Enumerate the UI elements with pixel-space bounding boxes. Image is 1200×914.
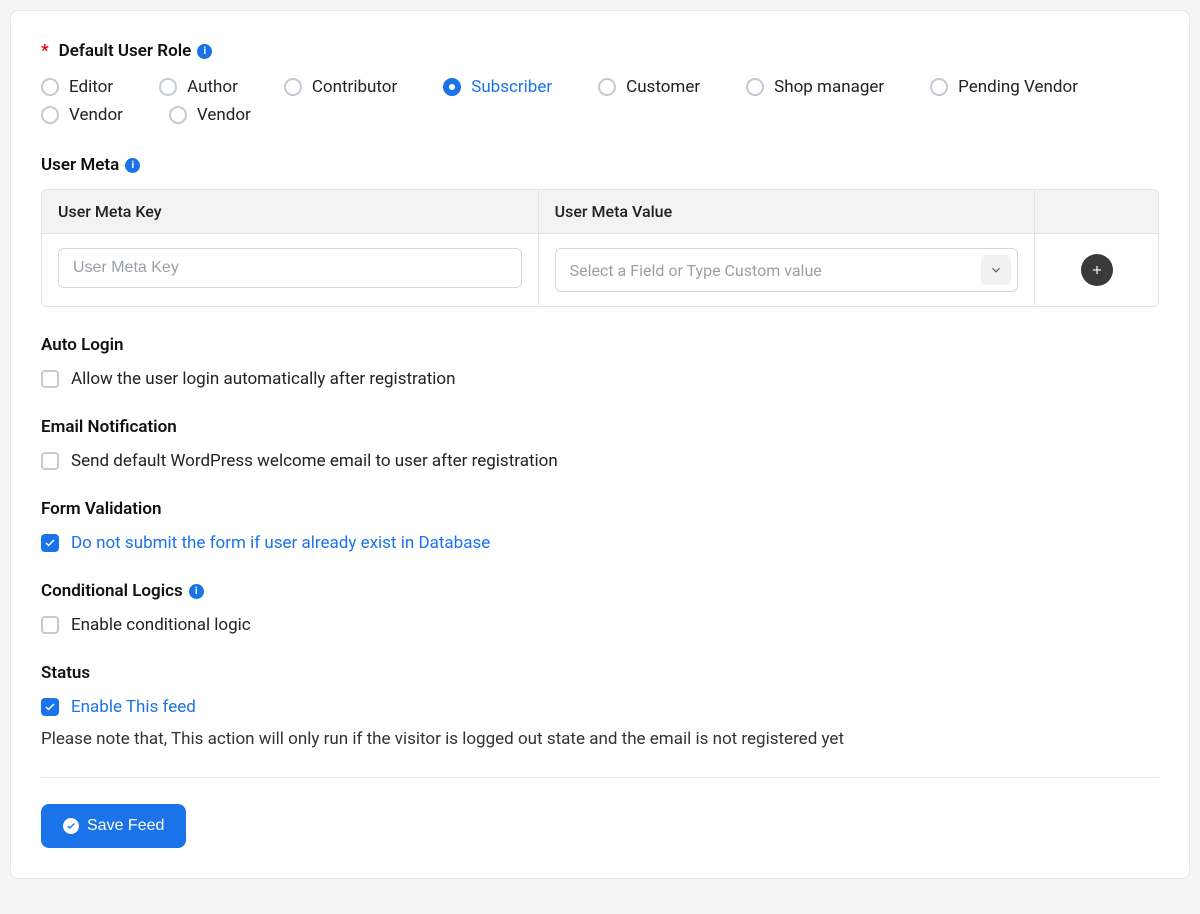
info-icon[interactable]: i xyxy=(189,584,204,599)
info-icon[interactable]: i xyxy=(197,44,212,59)
status-section: Status Enable This feed Please note that… xyxy=(41,663,1159,749)
checkbox-label: Enable conditional logic xyxy=(71,615,251,635)
role-subscriber[interactable]: Subscriber xyxy=(443,75,552,99)
radio-icon xyxy=(169,106,187,124)
radio-icon xyxy=(443,78,461,96)
label-text: Status xyxy=(41,663,90,683)
label-text: Email Notification xyxy=(41,417,177,437)
checkbox-icon xyxy=(41,452,59,470)
radio-icon xyxy=(159,78,177,96)
role-vendor-2[interactable]: Vendor xyxy=(169,103,251,127)
radio-label: Author xyxy=(187,77,238,97)
section-label-email-notification: Email Notification xyxy=(41,417,1159,437)
status-note: Please note that, This action will only … xyxy=(41,729,1159,749)
column-header-key: User Meta Key xyxy=(42,190,539,233)
section-label-default-user-role: Default User Role i xyxy=(41,41,1159,61)
save-feed-button[interactable]: Save Feed xyxy=(41,804,186,848)
section-label-conditional-logics: Conditional Logics i xyxy=(41,581,1159,601)
add-row-button[interactable] xyxy=(1081,254,1113,286)
radio-icon xyxy=(284,78,302,96)
info-icon[interactable]: i xyxy=(125,158,140,173)
checkbox-icon xyxy=(41,616,59,634)
checkbox-label: Do not submit the form if user already e… xyxy=(71,533,490,553)
radio-label: Shop manager xyxy=(774,77,884,97)
check-circle-icon xyxy=(63,818,79,834)
checkbox-label: Allow the user login automatically after… xyxy=(71,369,455,389)
email-notification-section: Email Notification Send default WordPres… xyxy=(41,417,1159,471)
default-user-role-section: Default User Role i Editor Author Contri… xyxy=(41,41,1159,127)
radio-label: Editor xyxy=(69,77,113,97)
column-header-value: User Meta Value xyxy=(539,190,1036,233)
select-placeholder: Select a Field or Type Custom value xyxy=(570,261,974,280)
status-checkbox[interactable]: Enable This feed xyxy=(41,697,1159,717)
role-vendor[interactable]: Vendor xyxy=(41,103,123,127)
radio-icon xyxy=(930,78,948,96)
conditional-logics-section: Conditional Logics i Enable conditional … xyxy=(41,581,1159,635)
label-text: Default User Role xyxy=(59,41,192,61)
radio-label: Vendor xyxy=(197,105,251,125)
divider xyxy=(41,777,1159,778)
radio-icon xyxy=(41,78,59,96)
table-header: User Meta Key User Meta Value xyxy=(42,190,1158,234)
section-label-status: Status xyxy=(41,663,1159,683)
radio-label: Pending Vendor xyxy=(958,77,1078,97)
role-shop-manager[interactable]: Shop manager xyxy=(746,75,884,99)
cell-key xyxy=(42,234,539,306)
radio-label: Subscriber xyxy=(471,77,552,97)
email-notification-checkbox[interactable]: Send default WordPress welcome email to … xyxy=(41,451,1159,471)
section-label-auto-login: Auto Login xyxy=(41,335,1159,355)
label-text: User Meta xyxy=(41,155,119,175)
section-label-form-validation: Form Validation xyxy=(41,499,1159,519)
radio-label: Vendor xyxy=(69,105,123,125)
checkbox-label: Enable This feed xyxy=(71,697,196,717)
section-label-user-meta: User Meta i xyxy=(41,155,1159,175)
radio-icon xyxy=(598,78,616,96)
label-text: Auto Login xyxy=(41,335,123,355)
user-meta-key-input[interactable] xyxy=(58,248,522,288)
button-label: Save Feed xyxy=(87,817,164,835)
role-contributor[interactable]: Contributor xyxy=(284,75,397,99)
auto-login-section: Auto Login Allow the user login automati… xyxy=(41,335,1159,389)
checkbox-icon xyxy=(41,698,59,716)
auto-login-checkbox[interactable]: Allow the user login automatically after… xyxy=(41,369,1159,389)
column-header-action xyxy=(1035,190,1158,233)
cell-value: Select a Field or Type Custom value xyxy=(539,234,1036,306)
role-author[interactable]: Author xyxy=(159,75,238,99)
radio-icon xyxy=(41,106,59,124)
checkbox-icon xyxy=(41,534,59,552)
label-text: Conditional Logics xyxy=(41,581,183,601)
radio-icon xyxy=(746,78,764,96)
conditional-logic-checkbox[interactable]: Enable conditional logic xyxy=(41,615,1159,635)
user-meta-section: User Meta i User Meta Key User Meta Valu… xyxy=(41,155,1159,307)
role-customer[interactable]: Customer xyxy=(598,75,700,99)
form-validation-section: Form Validation Do not submit the form i… xyxy=(41,499,1159,553)
table-row: Select a Field or Type Custom value xyxy=(42,234,1158,306)
cell-action xyxy=(1035,234,1158,306)
checkbox-icon xyxy=(41,370,59,388)
radio-label: Contributor xyxy=(312,77,397,97)
label-text: Form Validation xyxy=(41,499,161,519)
chevron-down-icon[interactable] xyxy=(981,255,1011,285)
settings-card: Default User Role i Editor Author Contri… xyxy=(10,10,1190,879)
role-editor[interactable]: Editor xyxy=(41,75,113,99)
radio-label: Customer xyxy=(626,77,700,97)
role-pending-vendor[interactable]: Pending Vendor xyxy=(930,75,1078,99)
role-radio-group: Editor Author Contributor Subscriber Cus… xyxy=(41,75,1159,127)
user-meta-table: User Meta Key User Meta Value Select a F… xyxy=(41,189,1159,307)
checkbox-label: Send default WordPress welcome email to … xyxy=(71,451,558,471)
form-validation-checkbox[interactable]: Do not submit the form if user already e… xyxy=(41,533,1159,553)
user-meta-value-select[interactable]: Select a Field or Type Custom value xyxy=(555,248,1019,292)
